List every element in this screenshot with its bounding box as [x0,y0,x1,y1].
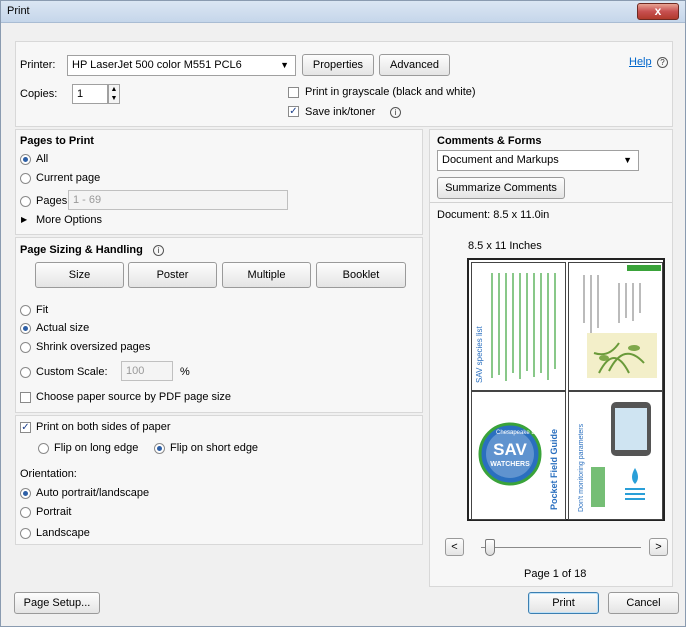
shrink-radio[interactable] [20,342,31,353]
orientation-heading: Orientation: [20,468,77,480]
landscape-label: Landscape [36,527,90,539]
shrink-label: Shrink oversized pages [36,341,151,353]
preview-thumbnail-cover: SAV WATCHERS Chesapeake Bay Pocket Field… [471,391,566,520]
page-setup-button[interactable]: Page Setup... [14,592,100,614]
paper-source-checkbox[interactable] [20,392,31,403]
copies-label: Copies: [20,88,58,100]
next-page-button[interactable]: > [649,538,668,556]
grayscale-label: Print in grayscale (black and white) [305,86,476,98]
custom-scale-label: Custom Scale: [36,366,108,378]
help-icon[interactable]: ? [657,56,668,68]
copies-input[interactable]: 1 [72,84,108,104]
comments-forms-heading: Comments & Forms [437,135,542,147]
both-sides-checkbox[interactable]: ✓ [20,422,31,433]
properties-button[interactable]: Properties [302,54,374,76]
preview-thumbnail-species-list: SAV species list [471,262,566,391]
pages-range-radio[interactable] [20,196,31,207]
preview-size-label: 8.5 x 11 Inches [468,240,542,252]
pages-current-radio[interactable] [20,173,31,184]
preview-text-sav: SAV [493,440,527,459]
tab-booklet[interactable]: Booklet [316,262,406,288]
pages-all-radio[interactable] [20,154,31,165]
flip-short-edge-label: Flip on short edge [170,442,259,454]
printer-select[interactable]: HP LaserJet 500 color M551 PCL6 ▼ [67,55,296,76]
tab-size[interactable]: Size [35,262,124,288]
preview-text-species: SAV species list [475,325,484,383]
preview-text-watchers: WATCHERS [490,461,530,468]
auto-orientation-label: Auto portrait/landscape [36,487,150,499]
help-link[interactable]: Help [629,56,652,68]
actual-size-label: Actual size [36,322,90,334]
printer-select-value: HP LaserJet 500 color M551 PCL6 [72,59,242,71]
pages-current-label: Current page [36,172,101,184]
both-sides-label: Print on both sides of paper [36,421,171,433]
disclosure-triangle-icon[interactable]: ▶ [21,215,27,224]
tab-poster[interactable]: Poster [128,262,217,288]
comments-select[interactable]: Document and Markups ▼ [437,150,639,171]
page-preview: SAV species list SAV WATCHERS Chesapeake… [467,258,665,521]
custom-scale-radio[interactable] [20,367,31,378]
paper-source-label: Choose paper source by PDF page size [36,391,232,403]
more-options-toggle[interactable]: More Options [36,214,102,226]
pages-range-label: Pages [36,195,68,207]
portrait-label: Portrait [36,506,72,518]
landscape-radio[interactable] [20,528,31,539]
print-dialog: Print x Printer: HP LaserJet 500 color M… [0,0,686,627]
page-indicator: Page 1 of 18 [524,568,587,580]
summarize-comments-button[interactable]: Summarize Comments [437,177,565,199]
tab-multiple[interactable]: Multiple [222,262,311,288]
percent-label: % [180,366,190,378]
prev-page-button[interactable]: < [445,538,464,556]
flip-long-edge-radio[interactable] [38,443,49,454]
comments-select-value: Document and Markups [442,154,559,166]
auto-orientation-radio[interactable] [20,488,31,499]
grayscale-checkbox[interactable] [288,87,299,98]
fit-radio[interactable] [20,305,31,316]
pages-to-print-heading: Pages to Print [20,135,94,147]
pages-range-input[interactable]: 1 - 69 [68,190,288,210]
preview-text-chesapeake: Chesapeake Bay [496,430,542,436]
flip-short-edge-radio[interactable] [154,443,165,454]
copies-stepper[interactable]: ▲ ▼ [108,84,120,104]
page-slider-handle[interactable] [485,539,495,556]
page-sizing-heading: Page Sizing & Handling [20,244,143,256]
fit-label: Fit [36,304,49,316]
flip-long-edge-label: Flip on long edge [54,442,139,454]
preview-text-pocket-guide: Pocket Field Guide [549,429,559,510]
advanced-button[interactable]: Advanced [379,54,450,76]
cancel-button[interactable]: Cancel [608,592,679,614]
print-button[interactable]: Print [528,592,599,614]
page-slider-track[interactable] [481,547,641,548]
pages-all-label: All [36,153,49,165]
custom-scale-input[interactable]: 100 [121,361,173,381]
close-button[interactable]: x [637,3,679,20]
save-ink-label: Save ink/toner [305,106,376,118]
page-sizing-info-icon[interactable]: i [153,244,164,256]
preview-thumbnail-plant [568,262,663,391]
actual-size-radio[interactable] [20,323,31,334]
window-title: Print [7,5,30,17]
chevron-down-icon: ▼ [280,60,289,70]
duplex-orientation-panel [15,415,423,545]
document-size-label: Document: 8.5 x 11.0in [437,209,550,221]
title-bar: Print x [1,1,685,23]
chevron-down-icon: ▼ [623,155,632,165]
save-ink-checkbox[interactable]: ✓ [288,106,299,117]
portrait-radio[interactable] [20,507,31,518]
save-ink-info-icon[interactable]: i [390,106,401,118]
printer-label: Printer: [20,59,56,71]
preview-thumbnail-phone: Don't monitoring parameters [568,391,663,520]
preview-text-monitoring: Don't monitoring parameters [578,423,585,512]
divider [430,202,672,203]
